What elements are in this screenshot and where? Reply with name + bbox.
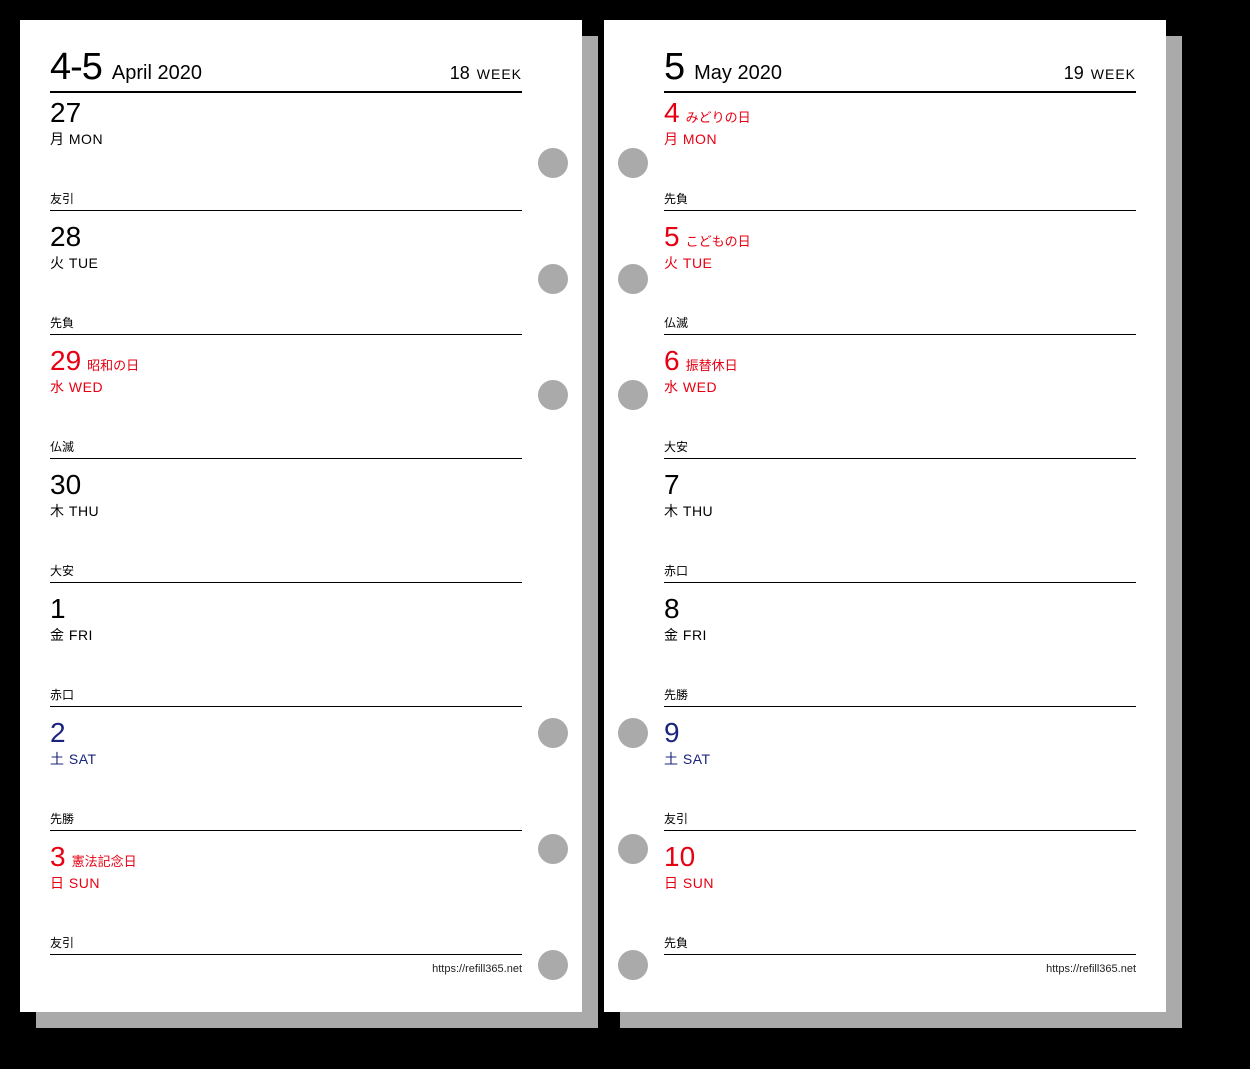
binder-hole-icon	[618, 834, 648, 864]
page-header: 5 May 2020 19 WEEK	[664, 46, 1136, 93]
planner-page-left: 4-5 April 2020 18 WEEK 27月 MON 友引 28火 TUE 先…	[20, 20, 582, 1012]
month-number: 4-5	[50, 46, 102, 89]
day-cell: 3 憲法記念日日 SUN 友引	[50, 837, 522, 961]
rokuyo-label: 友引	[664, 810, 688, 827]
day-number: 7	[664, 469, 680, 500]
day-cell: 6 振替休日水 WED 大安	[664, 341, 1136, 465]
rokuyo-label: 仏滅	[664, 314, 688, 331]
day-number: 4	[664, 97, 680, 128]
binder-holes	[536, 20, 570, 1012]
rokuyo-label: 先負	[664, 934, 688, 951]
days-list: 27月 MON 友引 28火 TUE 先負 29 昭和の日水 WED 仏滅 30木 THU 大安…	[50, 93, 522, 961]
day-number: 27	[50, 97, 81, 128]
day-cell: 30木 THU 大安	[50, 465, 522, 589]
holiday-name: 振替休日	[686, 358, 738, 373]
days-list: 4 みどりの日月 MON 先負 5 こどもの日火 TUE 仏滅 6 振替休日水 WED 大安 7木…	[664, 93, 1136, 961]
rokuyo-label: 大安	[50, 562, 74, 579]
day-of-week: 金 FRI	[50, 625, 522, 645]
binder-hole-icon	[538, 718, 568, 748]
day-of-week: 木 THU	[50, 501, 522, 521]
day-of-week: 土 SAT	[50, 749, 522, 769]
rokuyo-label: 先負	[664, 190, 688, 207]
binder-hole-icon	[618, 950, 648, 980]
binder-hole-icon	[618, 380, 648, 410]
day-cell: 27月 MON 友引	[50, 93, 522, 217]
day-of-week: 木 THU	[664, 501, 1136, 521]
day-number: 28	[50, 221, 81, 252]
day-number: 29	[50, 345, 81, 376]
binder-hole-icon	[538, 264, 568, 294]
month-number: 5	[664, 46, 684, 89]
rokuyo-label: 先勝	[664, 686, 688, 703]
binder-hole-icon	[538, 148, 568, 178]
day-cell: 9土 SAT 友引	[664, 713, 1136, 837]
day-cell: 10日 SUN 先負	[664, 837, 1136, 961]
planner-spread: 4-5 April 2020 18 WEEK 27月 MON友引28火 TUE先…	[0, 0, 1250, 1069]
day-of-week: 火 TUE	[664, 253, 1136, 273]
day-of-week: 日 SUN	[664, 873, 1136, 893]
rokuyo-label: 先負	[50, 314, 74, 331]
week-num-value: 18	[450, 63, 470, 83]
binder-hole-icon	[538, 950, 568, 980]
binder-holes	[616, 20, 650, 1012]
planner-page-right: 5 May 2020 19 WEEK 4 みどりの日月 MON 先負 5 こどもの日火 …	[604, 20, 1166, 1012]
rokuyo-label: 先勝	[50, 810, 74, 827]
day-of-week: 土 SAT	[664, 749, 1136, 769]
footer-url: https://refill365.net	[50, 963, 522, 975]
week-label: WEEK	[477, 66, 522, 82]
day-number: 9	[664, 717, 680, 748]
rokuyo-label: 仏滅	[50, 438, 74, 455]
day-number: 3	[50, 841, 66, 872]
holiday-name: みどりの日	[686, 110, 751, 125]
day-cell: 7木 THU 赤口	[664, 465, 1136, 589]
month-label: May 2020	[694, 62, 782, 85]
day-cell: 28火 TUE 先負	[50, 217, 522, 341]
week-num-value: 19	[1064, 63, 1084, 83]
rokuyo-label: 友引	[50, 190, 74, 207]
day-number: 2	[50, 717, 66, 748]
rokuyo-label: 大安	[664, 438, 688, 455]
day-cell: 4 みどりの日月 MON 先負	[664, 93, 1136, 217]
holiday-name: 昭和の日	[87, 358, 139, 373]
week-number: 18 WEEK	[450, 63, 522, 84]
day-cell: 5 こどもの日火 TUE 仏滅	[664, 217, 1136, 341]
month-label: April 2020	[112, 62, 202, 85]
day-of-week: 月 MON	[664, 129, 1136, 149]
day-cell: 29 昭和の日水 WED 仏滅	[50, 341, 522, 465]
binder-hole-icon	[538, 834, 568, 864]
week-label: WEEK	[1091, 66, 1136, 82]
day-of-week: 日 SUN	[50, 873, 522, 893]
day-number: 8	[664, 593, 680, 624]
day-number: 10	[664, 841, 695, 872]
binder-hole-icon	[618, 264, 648, 294]
day-of-week: 月 MON	[50, 129, 522, 149]
day-of-week: 水 WED	[664, 377, 1136, 397]
footer-url: https://refill365.net	[664, 963, 1136, 975]
day-of-week: 金 FRI	[664, 625, 1136, 645]
rokuyo-label: 友引	[50, 934, 74, 951]
day-cell: 8金 FRI 先勝	[664, 589, 1136, 713]
day-number: 1	[50, 593, 66, 624]
day-cell: 2土 SAT 先勝	[50, 713, 522, 837]
week-number: 19 WEEK	[1064, 63, 1136, 84]
day-of-week: 火 TUE	[50, 253, 522, 273]
day-number: 6	[664, 345, 680, 376]
holiday-name: 憲法記念日	[72, 854, 137, 869]
binder-hole-icon	[618, 148, 648, 178]
holiday-name: こどもの日	[686, 234, 751, 249]
binder-hole-icon	[538, 380, 568, 410]
rokuyo-label: 赤口	[664, 562, 688, 579]
day-of-week: 水 WED	[50, 377, 522, 397]
page-header: 4-5 April 2020 18 WEEK	[50, 46, 522, 93]
day-cell: 1金 FRI 赤口	[50, 589, 522, 713]
day-number: 30	[50, 469, 81, 500]
day-number: 5	[664, 221, 680, 252]
binder-hole-icon	[618, 718, 648, 748]
rokuyo-label: 赤口	[50, 686, 74, 703]
